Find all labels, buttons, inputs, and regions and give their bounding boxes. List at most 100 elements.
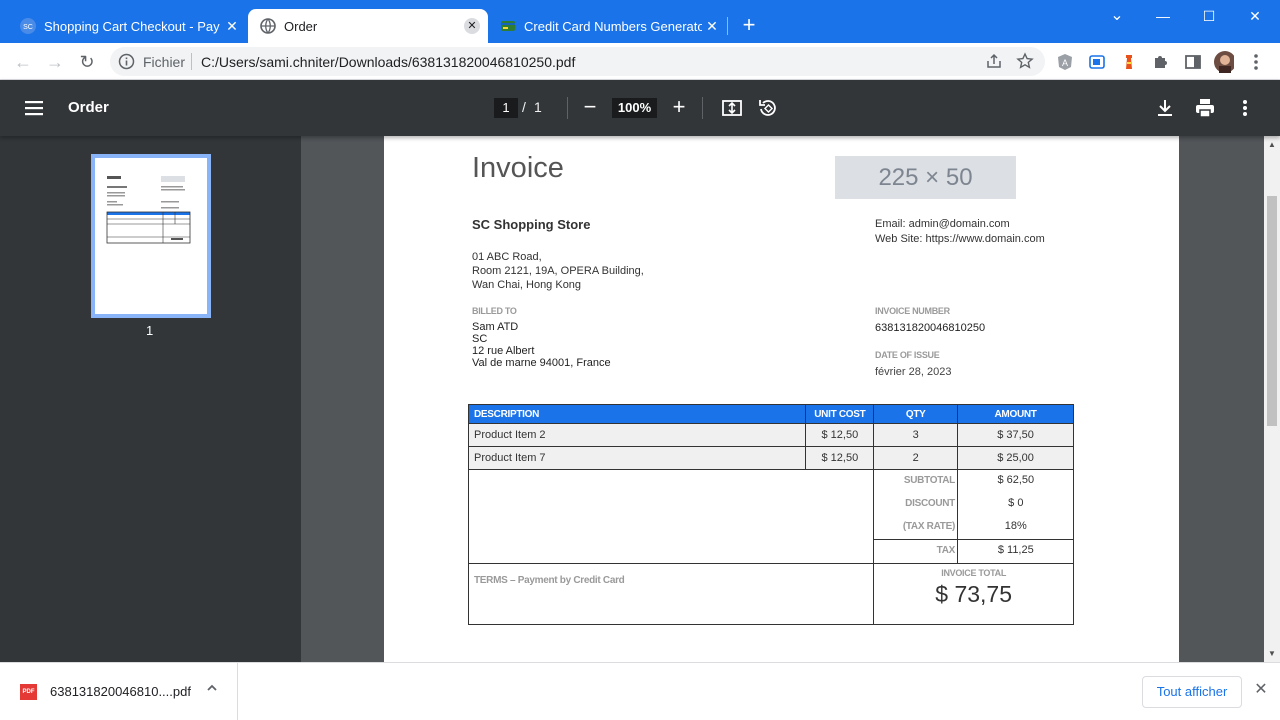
info-icon[interactable] [118, 53, 135, 70]
item-description: Product Item 2 [467, 423, 807, 447]
share-icon[interactable] [985, 52, 1003, 70]
invoice-total-label: INVOICE TOTAL [941, 568, 1007, 578]
card-favicon-icon [500, 18, 516, 34]
side-panel-icon[interactable] [1183, 52, 1203, 72]
billed-to-line: Sam ATD [472, 321, 519, 333]
tab-shopping-cart[interactable]: SC Shopping Cart Checkout - Paypal ✕ [8, 9, 248, 43]
table-row: Product Item 2 $ 12,50 3 $ 37,50 [467, 423, 1074, 447]
reload-icon[interactable]: ↻ [75, 50, 99, 74]
pdf-page: Invoice 225 × 50 SC Shopping Store 01 AB… [384, 136, 1179, 662]
browser-toolbar: ← → ↻ Fichier C:/Users/sami.chniter/Down… [0, 43, 1280, 80]
back-icon[interactable]: ← [11, 50, 35, 74]
vertical-scrollbar[interactable]: ▲ ▼ [1264, 136, 1280, 662]
toolbar-divider [702, 97, 703, 119]
extensions-puzzle-icon[interactable] [1151, 52, 1171, 72]
url-text[interactable]: C:/Users/sami.chniter/Downloads/63813182… [201, 54, 575, 70]
tab-search-icon[interactable]: ⌄ [1094, 4, 1140, 28]
invoice-table: DESCRIPTION UNIT COST QTY AMOUNT Product… [467, 404, 1074, 625]
tab-strip: SC Shopping Cart Checkout - Paypal ✕ Ord… [0, 0, 1280, 43]
address-line: Wan Chai, Hong Kong [472, 279, 582, 291]
store-website: Web Site: https://www.domain.com [875, 233, 1045, 245]
table-row: Product Item 7 $ 12,50 2 $ 25,00 [467, 446, 1074, 470]
window-close-button[interactable]: ✕ [1232, 4, 1278, 28]
item-description: Product Item 7 [467, 446, 807, 470]
show-all-downloads-button[interactable]: Tout afficher [1142, 676, 1242, 708]
extension-lighthouse-icon[interactable] [1119, 52, 1139, 72]
column-header: AMOUNT [957, 404, 1074, 424]
address-line: Room 2121, 19A, OPERA Building, [472, 265, 644, 277]
sc-favicon-icon: SC [20, 18, 36, 34]
tab-close-icon[interactable]: ✕ [224, 18, 240, 34]
chevron-up-icon[interactable] [206, 682, 218, 697]
new-tab-button[interactable]: + [738, 14, 760, 36]
item-unit-cost: $ 12,50 [805, 446, 875, 470]
column-header: QTY [873, 404, 959, 424]
billed-to-block: Sam ATD SC 12 rue Albert Val de marne 94… [472, 321, 611, 369]
restore-button[interactable]: ☐ [1186, 4, 1232, 28]
page-thumbnail[interactable] [91, 154, 211, 318]
extension-translate-icon[interactable] [1087, 52, 1107, 72]
discount-value: $ 0 [1008, 497, 1024, 509]
payment-terms: TERMS – Payment by Credit Card [474, 575, 625, 586]
store-contact: Email: admin@domain.com Web Site: https:… [875, 217, 1045, 247]
store-email: Email: admin@domain.com [875, 218, 1010, 230]
download-icon[interactable] [1154, 97, 1176, 119]
invoice-number: 638131820046810250 [875, 322, 986, 334]
tab-title: Credit Card Numbers Generator | [524, 18, 702, 34]
tab-close-icon[interactable]: ✕ [464, 18, 480, 34]
scrollbar-thumb[interactable] [1267, 196, 1277, 426]
hamburger-menu-icon[interactable] [24, 98, 44, 118]
store-name: SC Shopping Store [472, 217, 591, 232]
address-line: 01 ABC Road, [472, 251, 542, 263]
page-number-input[interactable]: 1 [494, 98, 518, 118]
globe-icon [260, 18, 276, 34]
print-icon[interactable] [1194, 97, 1216, 119]
scroll-up-icon[interactable]: ▲ [1268, 140, 1276, 149]
store-address: 01 ABC Road, Room 2121, 19A, OPERA Build… [472, 250, 644, 292]
more-options-icon[interactable] [1234, 97, 1256, 119]
chrome-menu-icon[interactable] [1246, 52, 1266, 72]
zoom-level-input[interactable]: 100% [612, 98, 657, 118]
browser-window: SC Shopping Cart Checkout - Paypal ✕ Ord… [0, 0, 1280, 720]
pdf-toolbar: Order 1 / 1 − 100% + [0, 80, 1280, 136]
download-filename[interactable]: 638131820046810....pdf [50, 684, 191, 699]
item-qty: 2 [873, 446, 959, 470]
logo-placeholder: 225 × 50 [835, 156, 1016, 199]
zoom-out-icon[interactable]: − [578, 96, 602, 120]
summary-spacer [467, 469, 875, 564]
subtotal-label: SUBTOTAL [903, 475, 955, 486]
url-scheme: Fichier [143, 54, 186, 70]
summary-cell: SUBTOTAL $ 62,50 DISCOUNT $ 0 (TAX RATE)… [873, 469, 1074, 564]
item-qty: 3 [873, 423, 959, 447]
pdf-title: Order [68, 99, 109, 116]
fit-to-page-icon[interactable] [721, 97, 743, 119]
tab-close-icon[interactable]: ✕ [704, 18, 720, 34]
tab-credit-card-generator[interactable]: Credit Card Numbers Generator | ✕ [488, 9, 728, 43]
close-download-bar-icon[interactable]: ✕ [1252, 681, 1270, 699]
column-header: UNIT COST [805, 404, 875, 424]
forward-icon[interactable]: → [43, 50, 67, 74]
rotate-icon[interactable] [757, 97, 779, 119]
zoom-in-icon[interactable]: + [667, 96, 691, 120]
scroll-down-icon[interactable]: ▼ [1268, 649, 1276, 658]
tax-label: TAX [936, 545, 956, 556]
tab-order[interactable]: Order ✕ [248, 9, 488, 43]
pdf-viewer: Invoice 225 × 50 SC Shopping Store 01 AB… [301, 136, 1280, 662]
terms-cell: TERMS – Payment by Credit Card [467, 563, 875, 625]
tab-title: Order [284, 18, 318, 34]
item-amount: $ 25,00 [957, 446, 1074, 470]
thumbnail-page-number: 1 [146, 323, 154, 338]
address-bar[interactable]: Fichier C:/Users/sami.chniter/Downloads/… [110, 47, 1045, 76]
bookmark-star-icon[interactable] [1016, 52, 1034, 70]
invoice-title: Invoice [472, 152, 564, 184]
minimize-button[interactable]: — [1140, 4, 1186, 28]
pdf-file-icon: PDF [20, 684, 37, 700]
download-bar: PDF 638131820046810....pdf Tout afficher… [0, 662, 1280, 720]
download-item[interactable]: PDF 638131820046810....pdf [0, 663, 238, 720]
invoice-total: $ 73,75 [935, 581, 1013, 607]
tax-rate-value: 18% [1004, 520, 1027, 532]
profile-avatar[interactable] [1214, 51, 1234, 73]
column-header: DESCRIPTION [467, 404, 807, 424]
extension-a-icon[interactable]: A [1055, 52, 1075, 72]
item-unit-cost: $ 12,50 [805, 423, 875, 447]
